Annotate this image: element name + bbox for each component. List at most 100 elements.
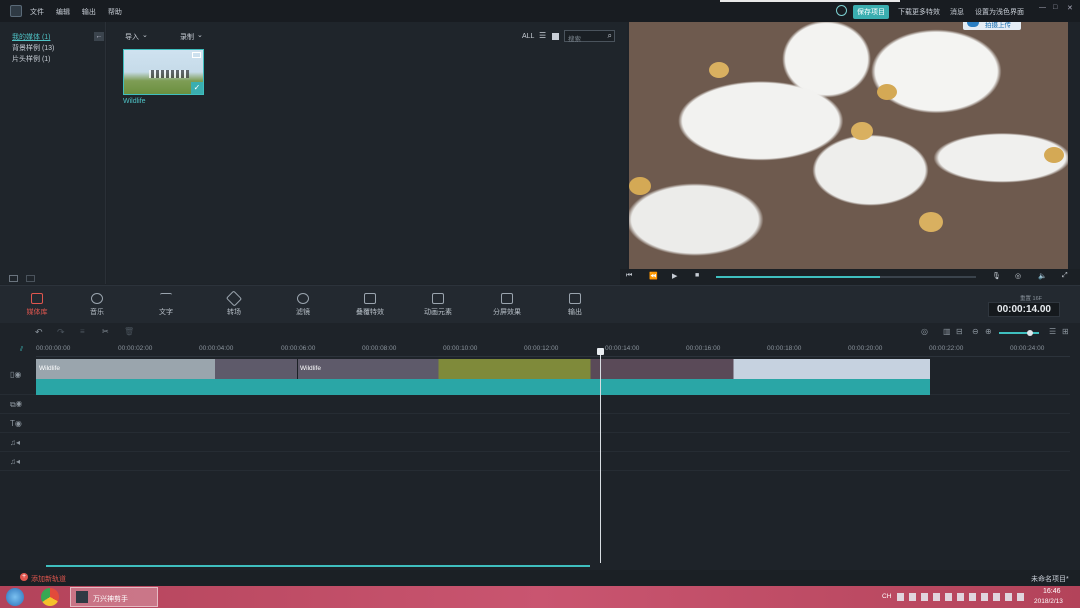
taskbar-app-button[interactable]: 万兴神剪手 (70, 587, 158, 607)
preview-video: 拍摄上传 (629, 22, 1068, 269)
tray-icons[interactable] (897, 593, 1027, 601)
timecode-label: 重置 16F (1020, 294, 1042, 302)
music-icon (91, 293, 103, 304)
clock-time[interactable]: 16:46 (1043, 588, 1061, 595)
tool-media-library[interactable]: 媒体库 (17, 293, 57, 317)
chevron-down-icon: ⌄ (197, 32, 203, 39)
fit-icon[interactable]: ⊟ (956, 327, 963, 336)
filter-all[interactable]: ALL (522, 33, 534, 40)
ruler-tick: 00:00:16:00 (686, 345, 721, 352)
tree-my-media[interactable]: 我的媒体 (1) (12, 32, 51, 42)
tool-export[interactable]: 输出 (555, 293, 595, 317)
ruler-tick: 00:00:04:00 (199, 345, 234, 352)
add-track-icon[interactable]: + (20, 573, 28, 581)
tool-music[interactable]: 音乐 (77, 293, 117, 317)
timeline-tracks: ▯◉ Wildlife Wildlife ⧉◉ T◉ ♫◂ ♫◂ (0, 348, 1070, 570)
menu-file[interactable]: 文件 (30, 9, 44, 16)
theme-link[interactable]: 设置为浅色界面 (975, 7, 1024, 17)
redo-icon[interactable]: ↷ (57, 327, 65, 338)
transition-icon (225, 290, 243, 307)
start-button-icon[interactable] (6, 588, 24, 606)
chrome-icon[interactable] (41, 588, 59, 606)
playhead[interactable] (600, 349, 601, 563)
grid-icon[interactable]: ⊞ (1062, 327, 1069, 336)
tool-text[interactable]: 文字 (146, 293, 186, 317)
tool-filter[interactable]: 滤镜 (283, 293, 323, 317)
menu-help[interactable]: 帮助 (108, 9, 122, 16)
horizontal-scrollbar[interactable] (46, 565, 590, 567)
add-track-button[interactable]: 添加新轨道 (31, 574, 66, 584)
timecode-display[interactable]: 00:00:14.00 (988, 302, 1060, 317)
time-ruler[interactable]: 00:00:00:00 00:00:02:00 00:00:04:00 00:0… (36, 343, 1070, 357)
tool-label: 叠覆特效 (356, 309, 384, 316)
zoom-slider-handle[interactable] (1027, 330, 1033, 336)
add-folder-icon[interactable] (9, 275, 18, 282)
video-track-icon: ▯◉ (10, 370, 22, 379)
zoom-slider[interactable] (999, 330, 1039, 336)
lightbulb-icon[interactable] (836, 5, 847, 16)
search-icon[interactable]: ⌕ (608, 31, 612, 41)
trash-icon[interactable]: 🗑 (124, 327, 134, 336)
volume-icon[interactable]: 🔈 (1038, 272, 1047, 280)
microphone-icon[interactable]: 🎙 (992, 272, 1001, 280)
zoom-in-icon[interactable]: ⊕ (985, 327, 992, 336)
tree-intro-samples[interactable]: 片头样例 (1) (12, 54, 51, 64)
menu-icon[interactable]: ☰ (1049, 327, 1056, 336)
camera-icon[interactable]: ◎ (1015, 272, 1021, 280)
gannet-head (877, 84, 897, 100)
clock-date[interactable]: 2018/2/13 (1034, 598, 1063, 605)
save-project-button[interactable]: 保存项目 (853, 5, 889, 19)
stop-icon[interactable]: ■ (695, 272, 699, 279)
tool-label: 分屏效果 (493, 309, 521, 316)
grid-view-icon[interactable] (552, 33, 559, 40)
search-input[interactable]: 搜索 ⌕ (564, 30, 615, 43)
import-dropdown[interactable]: 导入 (125, 32, 139, 42)
video-clip[interactable]: Wildlife Wildlife (36, 359, 930, 395)
close-icon[interactable]: ✕ (1067, 4, 1073, 12)
ruler-tick: 00:00:10:00 (443, 345, 478, 352)
menu-edit[interactable]: 编辑 (56, 9, 70, 16)
timeline-toolbar: ↶ ↷ ≡ ✂ 🗑 ◎ ▥ ⊟ ⊖ ⊕ ☰ ⊞ (0, 323, 1080, 343)
undo-icon[interactable]: ↶ (35, 327, 43, 338)
text-track-icon: T◉ (10, 419, 22, 428)
ruler-tick: 00:00:24:00 (1010, 345, 1045, 352)
collapse-arrow-icon[interactable]: ← (94, 32, 104, 41)
list-icon[interactable]: ≡ (80, 327, 85, 336)
record-dropdown[interactable]: 录制 (180, 32, 194, 42)
render-icon[interactable]: ◎ (921, 327, 928, 336)
tool-label: 文字 (159, 309, 173, 316)
list-view-icon[interactable]: ☰ (539, 31, 546, 40)
taskbar-app-label: 万兴神剪手 (93, 596, 128, 603)
input-language[interactable]: CH (882, 593, 891, 600)
menu-export[interactable]: 输出 (82, 9, 96, 16)
title-bar: 文件 编辑 输出 帮助 保存项目 下载更多特效 消息 设置为浅色界面 — □ ✕ (0, 0, 1080, 22)
fullscreen-icon[interactable]: ⤢ (1062, 272, 1068, 280)
snap-icon[interactable]: ⫽ (20, 346, 23, 354)
playhead-handle[interactable] (597, 348, 604, 355)
minimize-icon[interactable]: — (1039, 4, 1046, 11)
cut-icon[interactable]: ✂ (102, 327, 109, 336)
play-icon[interactable]: ▶ (672, 272, 677, 280)
maximize-icon[interactable]: □ (1053, 4, 1057, 11)
app-icon (76, 591, 88, 603)
tool-split-screen[interactable]: 分屏效果 (487, 293, 527, 317)
text-icon (160, 293, 172, 304)
gannet-head (919, 212, 943, 232)
tree-bg-samples[interactable]: 背景样例 (13) (12, 43, 54, 53)
windows-taskbar: 万兴神剪手 CH 16:46 2018/2/13 (0, 586, 1080, 608)
preview-progress-track[interactable] (716, 276, 976, 278)
tool-elements[interactable]: 动画元素 (418, 293, 458, 317)
audio-mixer-icon[interactable]: ▥ (943, 327, 951, 336)
zoom-out-icon[interactable]: ⊖ (972, 327, 979, 336)
tool-label: 滤镜 (296, 309, 310, 316)
overlay-icon (364, 293, 376, 304)
prev-frame-icon[interactable]: ⏮ (626, 272, 632, 280)
download-effects-link[interactable]: 下载更多特效 (898, 7, 940, 17)
step-back-icon[interactable]: ⏪ (649, 272, 658, 280)
tool-transition[interactable]: 转场 (214, 290, 254, 317)
delete-folder-icon[interactable] (26, 275, 35, 282)
tool-overlay[interactable]: 叠覆特效 (350, 293, 390, 317)
messages-link[interactable]: 消息 (950, 7, 964, 17)
media-thumbnail[interactable]: ✓ (123, 49, 204, 95)
filter-icon (297, 293, 309, 304)
